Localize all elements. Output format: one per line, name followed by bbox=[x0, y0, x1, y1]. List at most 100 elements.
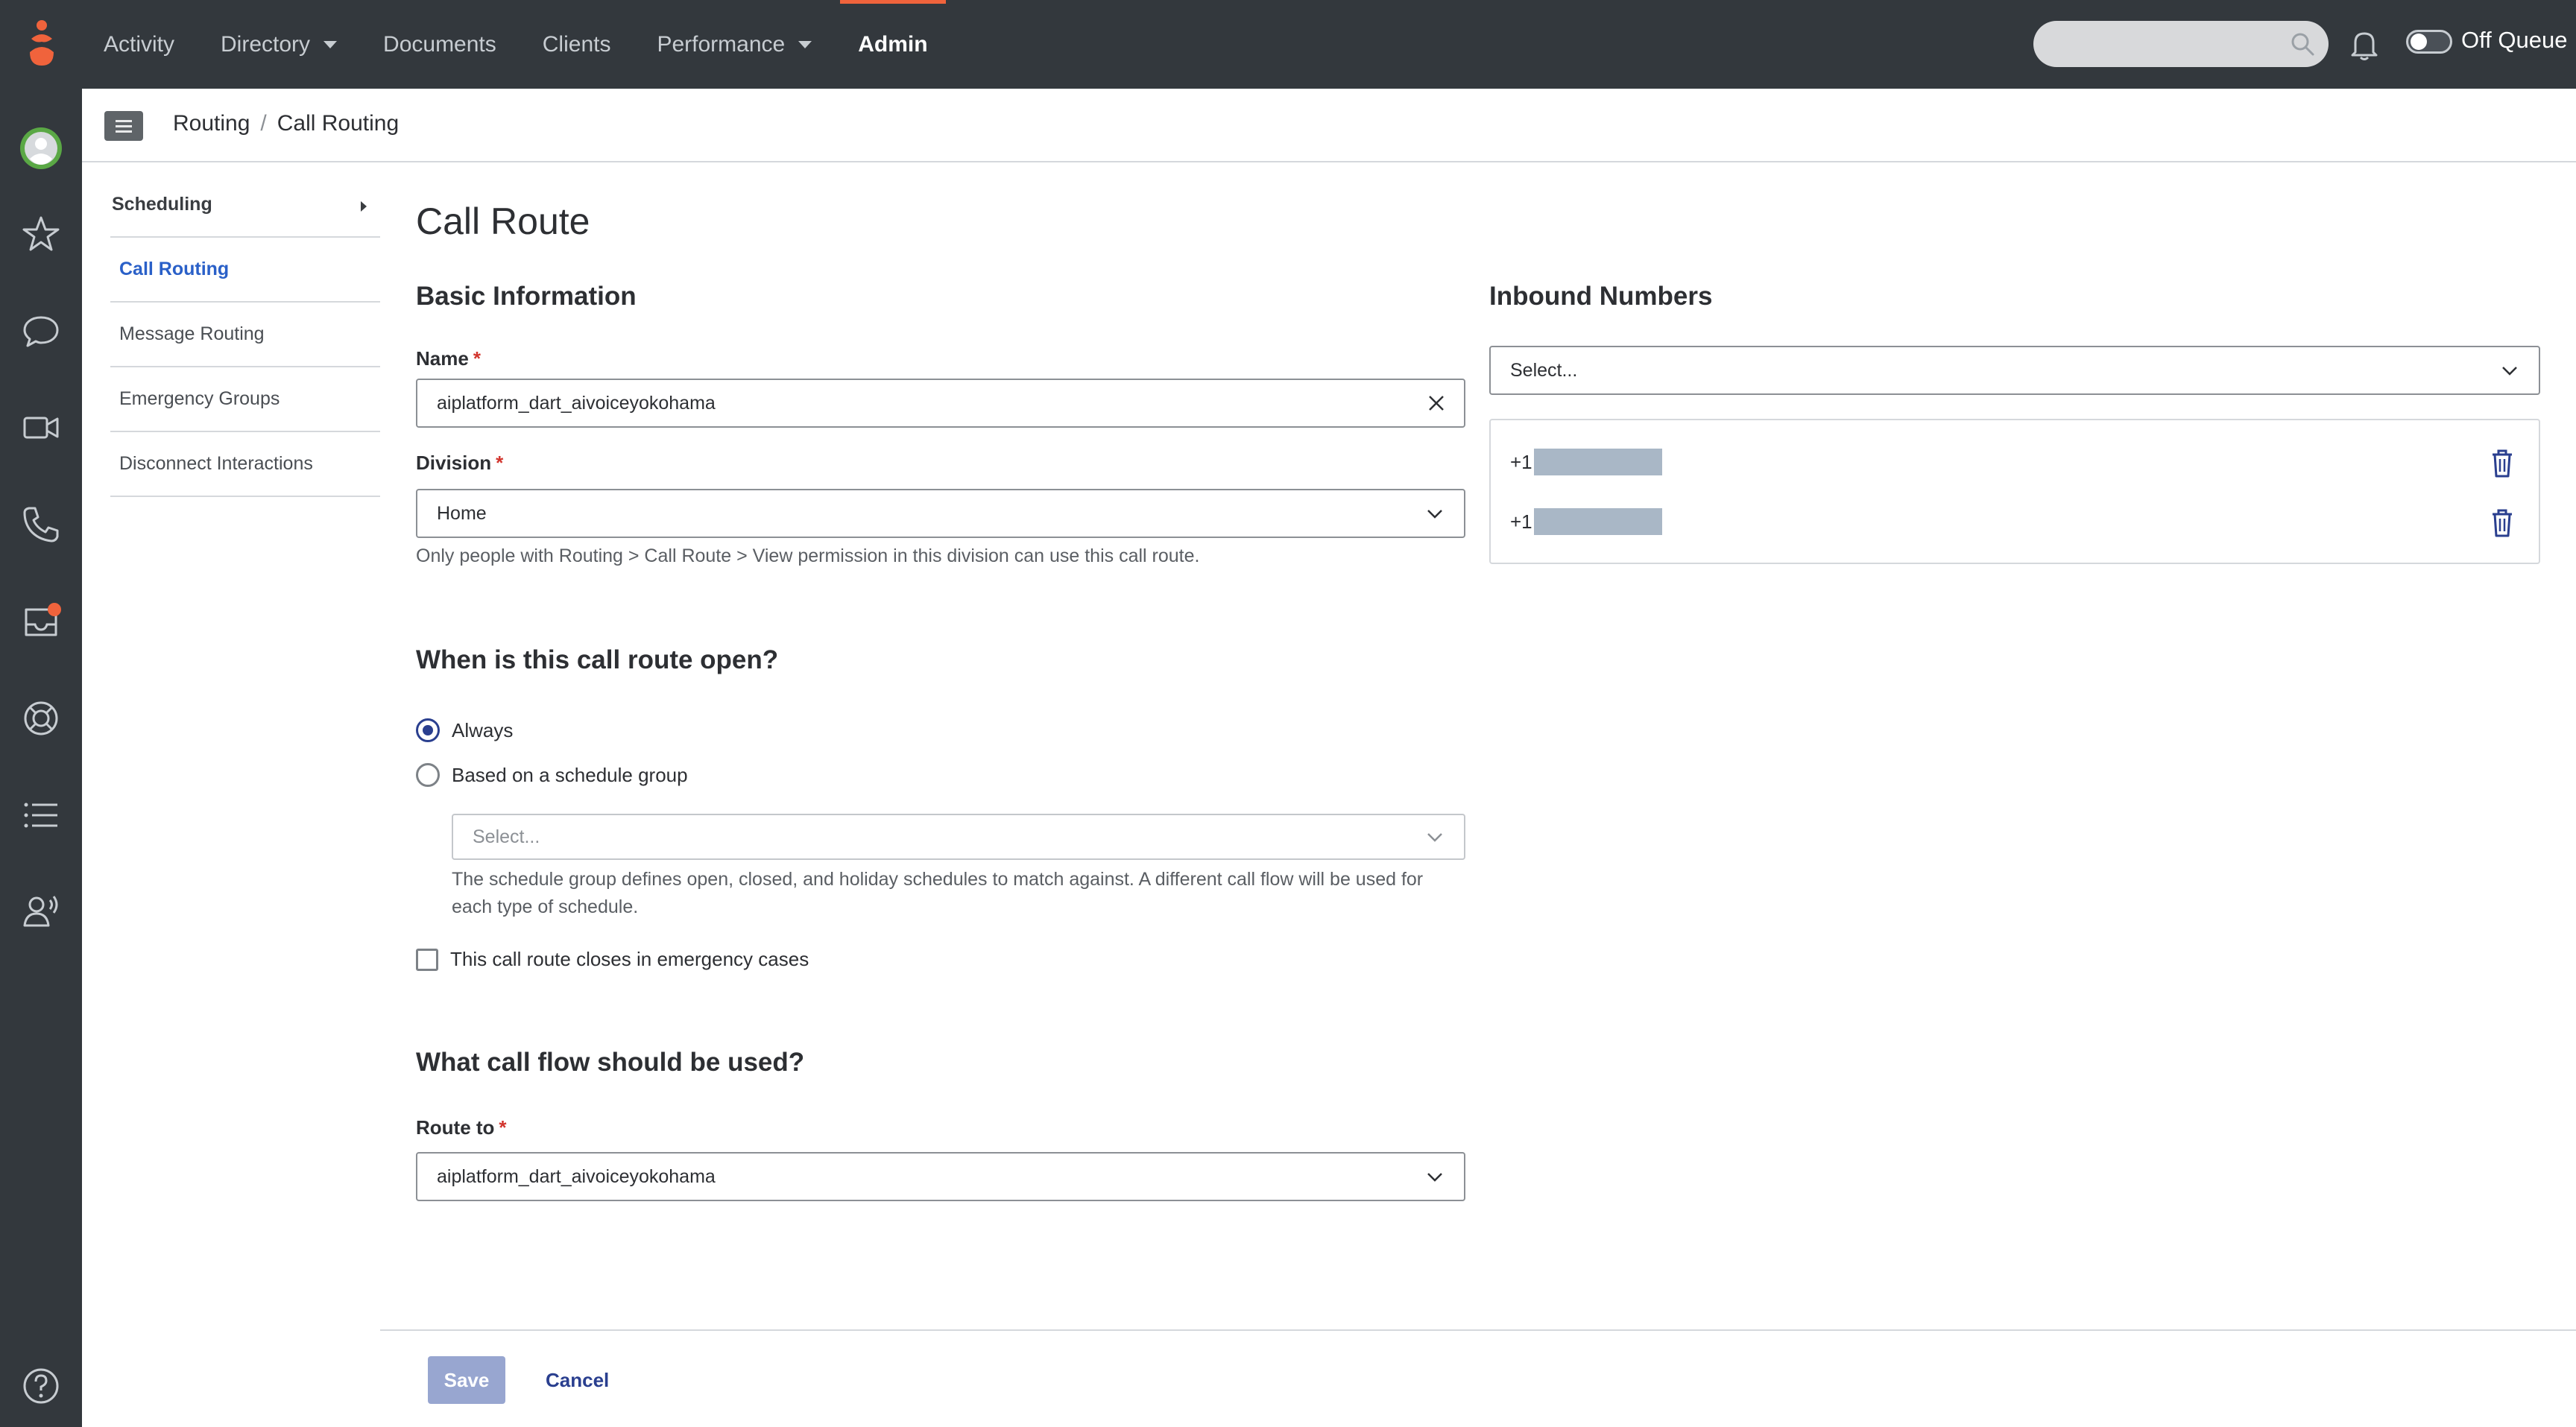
division-label: Division * bbox=[416, 452, 503, 475]
schedule-help-line: each type of schedule. bbox=[452, 896, 639, 917]
radio-always-label: Always bbox=[452, 718, 514, 741]
caret-down-icon bbox=[798, 40, 812, 48]
nav-admin-label: Admin bbox=[858, 31, 928, 57]
nav-directory[interactable]: Directory bbox=[203, 0, 355, 89]
star-icon[interactable] bbox=[19, 212, 63, 256]
inbound-select-placeholder: Select... bbox=[1510, 359, 1578, 381]
basic-info-heading: Basic Information bbox=[416, 282, 637, 311]
save-button[interactable]: Save bbox=[428, 1356, 505, 1404]
caret-right-icon bbox=[361, 201, 367, 212]
nav-activity[interactable]: Activity bbox=[86, 0, 192, 89]
division-select-value: Home bbox=[437, 502, 487, 524]
caret-down-icon bbox=[323, 40, 338, 48]
nav-directory-label: Directory bbox=[221, 31, 311, 57]
side-item-label: Disconnect Interactions bbox=[119, 453, 313, 474]
clear-icon[interactable] bbox=[1427, 393, 1446, 413]
side-item-label: Scheduling bbox=[112, 194, 212, 215]
footer-divider bbox=[380, 1329, 2576, 1331]
side-item-label: Message Routing bbox=[119, 323, 265, 344]
breadcrumb: Routing / Call Routing bbox=[173, 111, 399, 136]
nav-clients[interactable]: Clients bbox=[525, 0, 629, 89]
division-help-text: Only people with Routing > Call Route > … bbox=[416, 545, 1200, 566]
nav-performance[interactable]: Performance bbox=[639, 0, 830, 89]
radio-schedule-group[interactable]: Based on a schedule group bbox=[416, 763, 688, 787]
nav-activity-label: Activity bbox=[104, 31, 175, 57]
route-to-select-value: aiplatform_dart_aivoiceyokohama bbox=[437, 1165, 716, 1187]
nav-admin[interactable]: Admin bbox=[840, 0, 946, 89]
cancel-button[interactable]: Cancel bbox=[531, 1356, 624, 1404]
inbound-number-row: +1 bbox=[1510, 508, 1662, 535]
side-item-label: Emergency Groups bbox=[119, 388, 280, 409]
number-prefix: +1 bbox=[1510, 510, 1532, 533]
queue-status-label: Off Queue bbox=[2461, 27, 2568, 53]
bell-icon[interactable] bbox=[2349, 28, 2379, 61]
breadcrumb-routing-link[interactable]: Routing bbox=[173, 111, 250, 136]
search-icon[interactable] bbox=[2290, 31, 2315, 57]
trash-icon[interactable] bbox=[2490, 508, 2515, 538]
division-select[interactable]: Home bbox=[416, 489, 1465, 538]
side-item-call-routing[interactable]: Call Routing bbox=[110, 238, 380, 303]
genesys-logo[interactable] bbox=[24, 19, 60, 69]
radio-schedule-label: Based on a schedule group bbox=[452, 763, 688, 786]
support-icon[interactable] bbox=[19, 696, 63, 741]
chat-icon[interactable] bbox=[19, 309, 63, 353]
required-mark: * bbox=[473, 347, 481, 370]
nav-documents[interactable]: Documents bbox=[365, 0, 514, 89]
route-to-label-text: Route to bbox=[416, 1116, 495, 1139]
nav-performance-label: Performance bbox=[657, 31, 786, 57]
help-icon[interactable] bbox=[19, 1364, 63, 1408]
schedule-help-text: The schedule group defines open, closed,… bbox=[452, 866, 1423, 921]
side-item-message-routing[interactable]: Message Routing bbox=[110, 303, 380, 367]
notification-dot bbox=[48, 603, 61, 616]
inbound-number-select[interactable]: Select... bbox=[1489, 346, 2540, 395]
emergency-checkbox[interactable] bbox=[416, 948, 438, 971]
name-input-value: aiplatform_dart_aivoiceyokohama bbox=[437, 392, 716, 414]
schedule-group-select[interactable]: Select... bbox=[452, 814, 1465, 860]
breadcrumb-bar: Routing / Call Routing bbox=[82, 89, 2576, 162]
emergency-checkbox-row[interactable]: This call route closes in emergency case… bbox=[416, 948, 809, 971]
inbound-number-row: +1 bbox=[1510, 449, 1662, 475]
chevron-down-icon bbox=[1427, 1173, 1442, 1182]
radio-button-checked[interactable] bbox=[416, 718, 440, 742]
breadcrumb-current: Call Routing bbox=[277, 111, 400, 136]
phone-icon[interactable] bbox=[19, 502, 63, 547]
voice-user-icon[interactable] bbox=[19, 890, 63, 934]
redacted-number bbox=[1533, 449, 1662, 475]
name-label-text: Name bbox=[416, 347, 469, 370]
queue-toggle[interactable] bbox=[2406, 30, 2452, 54]
redacted-number bbox=[1533, 508, 1662, 535]
side-item-emergency-groups[interactable]: Emergency Groups bbox=[110, 367, 380, 432]
flow-heading: What call flow should be used? bbox=[416, 1048, 805, 1077]
side-item-label: Call Routing bbox=[119, 259, 230, 279]
nav-documents-label: Documents bbox=[383, 31, 496, 57]
required-mark: * bbox=[499, 1116, 507, 1139]
name-label: Name * bbox=[416, 347, 481, 370]
routing-side-menu: Scheduling Call Routing Message Routing … bbox=[110, 173, 380, 497]
chevron-down-icon bbox=[2502, 367, 2517, 376]
chevron-down-icon bbox=[1427, 510, 1442, 519]
trash-icon[interactable] bbox=[2490, 449, 2515, 478]
top-navigation-bar: Activity Directory Documents Clients Per… bbox=[0, 0, 2576, 89]
avatar-icon[interactable] bbox=[19, 126, 63, 171]
chevron-down-icon bbox=[1427, 833, 1442, 842]
route-to-label: Route to * bbox=[416, 1116, 507, 1139]
inbound-numbers-heading: Inbound Numbers bbox=[1489, 282, 1713, 311]
video-icon[interactable] bbox=[19, 405, 63, 450]
number-prefix: +1 bbox=[1510, 450, 1532, 473]
side-item-disconnect-interactions[interactable]: Disconnect Interactions bbox=[110, 432, 380, 497]
schedule-select-placeholder: Select... bbox=[473, 826, 540, 847]
radio-always[interactable]: Always bbox=[416, 718, 513, 742]
main-nav: Activity Directory Documents Clients Per… bbox=[86, 0, 956, 89]
side-item-scheduling[interactable]: Scheduling bbox=[110, 173, 380, 238]
left-icon-rail bbox=[0, 89, 82, 1427]
global-search-input[interactable] bbox=[2033, 21, 2329, 67]
menu-toggle-button[interactable] bbox=[104, 111, 143, 141]
schedule-help-line: The schedule group defines open, closed,… bbox=[452, 869, 1424, 890]
inbound-numbers-list: +1 +1 bbox=[1489, 419, 2540, 564]
radio-button[interactable] bbox=[416, 763, 440, 787]
route-to-select[interactable]: aiplatform_dart_aivoiceyokohama bbox=[416, 1152, 1465, 1201]
page-title: Call Route bbox=[416, 200, 590, 242]
name-input[interactable]: aiplatform_dart_aivoiceyokohama bbox=[416, 379, 1465, 428]
list-icon[interactable] bbox=[19, 793, 63, 838]
toggle-knob bbox=[2411, 34, 2427, 50]
